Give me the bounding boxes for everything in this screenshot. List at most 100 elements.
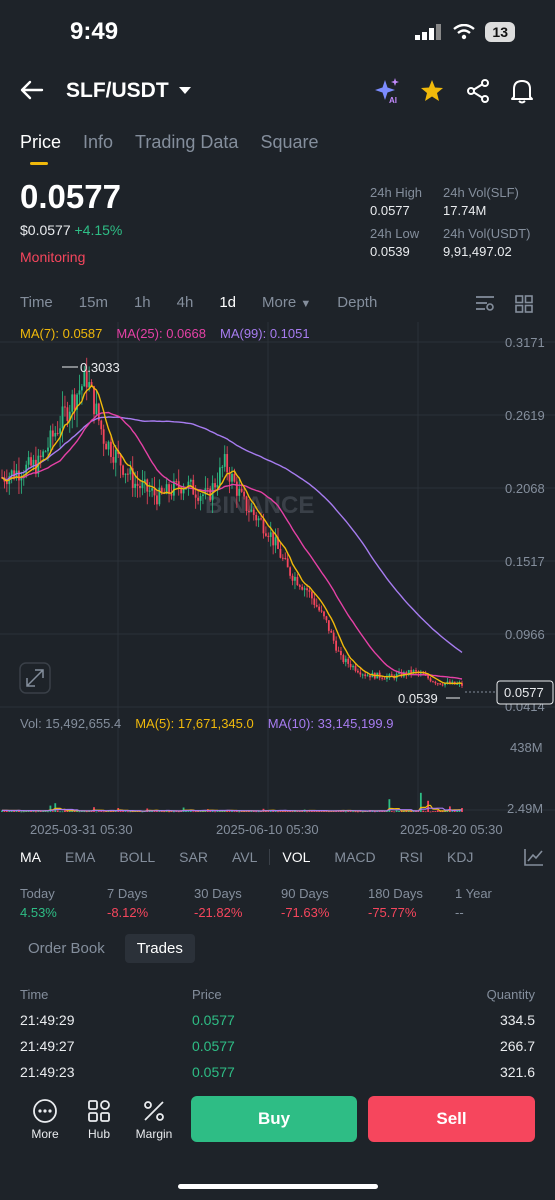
volume-bar <box>390 811 393 812</box>
back-arrow-icon[interactable] <box>20 80 44 100</box>
candle-body <box>325 616 328 621</box>
caret-down-icon: ▼ <box>300 298 312 310</box>
price-usd: $0.0577 <box>20 222 71 238</box>
indicator-sar[interactable]: SAR <box>179 849 208 865</box>
volume-bar <box>168 811 170 813</box>
pair-title: SLF/USDT <box>66 79 169 102</box>
tab-trades[interactable]: Trades <box>124 934 195 963</box>
ma-legend: MA(7): 0.0587 MA(25): 0.0668 MA(99): 0.1… <box>20 326 310 341</box>
interval-1d[interactable]: 1d <box>219 294 236 311</box>
candle-body <box>122 465 124 475</box>
volume-bar <box>429 811 432 813</box>
indicator-ema[interactable]: EMA <box>65 849 95 865</box>
svg-text:AI: AI <box>389 96 397 104</box>
indicator-kdj[interactable]: KDJ <box>447 849 473 865</box>
candle-body <box>335 640 338 651</box>
interval-more[interactable]: More ▼ <box>262 294 311 311</box>
tab-info[interactable]: Info <box>83 132 113 153</box>
indicator-rsi[interactable]: RSI <box>400 849 423 865</box>
indicator-ma[interactable]: MA <box>20 849 41 865</box>
ma99-line <box>1 416 463 653</box>
candle-body <box>434 681 437 684</box>
margin-percent-icon <box>144 1101 164 1121</box>
candle-body <box>390 674 393 676</box>
nav-margin[interactable]: Margin <box>128 1098 180 1141</box>
interval-1h[interactable]: 1h <box>134 294 151 311</box>
candle-body <box>289 567 292 576</box>
tab-price[interactable]: Price <box>20 132 61 153</box>
favorite-star-icon[interactable] <box>420 79 444 102</box>
candle-body <box>298 585 301 587</box>
candle-body <box>64 406 66 408</box>
bell-icon[interactable] <box>510 78 534 104</box>
pair-selector[interactable]: SLF/USDT <box>66 79 191 103</box>
stat-24h-low: 24h Low 0.0539 <box>370 226 419 259</box>
chart-settings-icon[interactable] <box>475 294 495 312</box>
y-tick: 0.2619 <box>505 408 545 423</box>
status-time: 9:49 <box>70 18 119 45</box>
ai-sparkle-icon[interactable]: AI <box>374 78 402 104</box>
tab-square[interactable]: Square <box>260 132 318 153</box>
candle-body <box>432 681 434 683</box>
stat-value: 9,91,497.02 <box>443 244 512 259</box>
candle-body <box>281 557 284 559</box>
candle-body <box>44 451 47 453</box>
interval-15m[interactable]: 15m <box>79 294 108 311</box>
buy-button[interactable]: Buy <box>191 1096 357 1142</box>
perf-label: 90 Days <box>281 886 329 901</box>
indicator-avl[interactable]: AVL <box>232 849 257 865</box>
candle-body <box>5 481 8 485</box>
indicator-boll[interactable]: BOLL <box>119 849 155 865</box>
monitoring-tag[interactable]: Monitoring <box>20 249 85 265</box>
stat-label: 24h High <box>370 185 423 200</box>
candle-body <box>310 591 313 599</box>
nav-hub[interactable]: Hub <box>73 1098 125 1141</box>
indicator-vol[interactable]: VOL <box>269 849 310 865</box>
candle-body <box>114 450 117 463</box>
stat-value: 0.0577 <box>370 203 410 218</box>
volume-bar <box>95 811 98 813</box>
candle-body <box>32 459 35 466</box>
nav-more[interactable]: More <box>19 1098 71 1141</box>
nav-margin-label: Margin <box>135 1127 173 1141</box>
candle-body <box>354 665 357 671</box>
candle-body <box>344 658 347 663</box>
candle-body <box>54 433 57 437</box>
caret-down-icon <box>178 87 191 94</box>
home-indicator <box>178 1184 378 1189</box>
expand-chart-button[interactable] <box>19 662 51 694</box>
signal-icon <box>415 24 442 40</box>
perf-label: 180 Days <box>368 886 423 901</box>
x-axis-labels: 2025-03-31 05:30 2025-06-10 05:30 2025-0… <box>30 822 503 837</box>
current-price-label: 0.0577 <box>504 685 544 700</box>
indicator-chart-icon[interactable] <box>524 848 544 866</box>
candle-body <box>214 483 216 488</box>
interval-time[interactable]: Time <box>20 294 53 311</box>
interval-4h[interactable]: 4h <box>177 294 194 311</box>
candle-body <box>332 632 335 641</box>
trade-time: 21:49:27 <box>20 1038 75 1054</box>
interval-depth[interactable]: Depth <box>337 294 377 311</box>
candlestick-chart[interactable]: BINANCE 0.3033 0.0539 0.3171 0.2619 0.20… <box>0 322 555 842</box>
indicator-macd[interactable]: MACD <box>334 849 375 865</box>
volume-bar <box>47 811 49 813</box>
candle-body <box>342 655 345 663</box>
candle-body <box>291 575 294 581</box>
candle-body <box>197 497 200 501</box>
candle-body <box>238 488 241 496</box>
candle-body <box>352 665 354 668</box>
perf-7d: 7 Days -8.12% <box>107 886 194 920</box>
trade-time: 21:49:23 <box>20 1064 75 1080</box>
tab-order-book[interactable]: Order Book <box>16 934 117 963</box>
candle-body <box>252 509 255 515</box>
candle-body <box>262 519 265 534</box>
grid-layout-icon[interactable] <box>515 295 533 313</box>
volume-bar <box>306 811 308 813</box>
share-icon[interactable] <box>466 79 490 103</box>
tab-trading-data[interactable]: Trading Data <box>135 132 238 153</box>
vol-value: Vol: 15,492,655.4 <box>20 716 122 731</box>
sell-button[interactable]: Sell <box>368 1096 535 1142</box>
candle-body <box>51 430 54 437</box>
candle-body <box>124 473 127 475</box>
candle-body <box>30 457 32 466</box>
